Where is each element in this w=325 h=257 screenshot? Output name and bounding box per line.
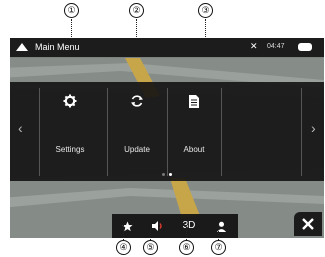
settings-button[interactable]: Settings [39, 82, 101, 181]
close-icon [302, 218, 314, 230]
scroll-left-arrow[interactable]: ‹ [18, 120, 23, 136]
view-mode-button[interactable]: 3D [174, 214, 204, 238]
status-bar: Main Menu ✕ 04:47 [10, 38, 324, 57]
refresh-icon [107, 94, 167, 114]
callout-4: ④ [116, 240, 131, 255]
menu-divider [301, 88, 302, 176]
callout-4-leader [123, 225, 124, 240]
message-icon[interactable] [298, 43, 312, 51]
bottom-toolbar: 3D [112, 214, 238, 238]
about-button[interactable]: About [167, 82, 221, 181]
speaker-icon [152, 221, 162, 231]
callout-3: ③ [198, 3, 213, 18]
callout-7: ⑦ [211, 240, 226, 255]
page-dot [162, 173, 165, 176]
device-screen: Main Menu ✕ 04:47 ‹ › Settings Update Ab… [10, 38, 324, 238]
callout-7-leader [218, 225, 219, 240]
about-label: About [183, 145, 205, 154]
profile-button[interactable] [206, 214, 236, 238]
favorite-button[interactable] [112, 214, 142, 238]
screen-title: Main Menu [35, 42, 80, 52]
update-label: Update [124, 145, 150, 154]
callout-2: ② [129, 3, 144, 18]
callout-6: ⑥ [179, 240, 194, 255]
back-arrow-icon[interactable] [16, 43, 28, 51]
callout-5-leader [150, 225, 151, 240]
update-button[interactable]: Update [107, 82, 167, 181]
callout-5: ⑤ [143, 240, 158, 255]
gear-icon [39, 94, 101, 114]
menu-divider [221, 88, 222, 176]
gps-off-icon: ✕ [250, 41, 258, 51]
scroll-right-arrow[interactable]: › [311, 120, 316, 136]
settings-label: Settings [55, 145, 85, 154]
page-dot-active [169, 173, 172, 176]
callout-6-leader [186, 225, 187, 240]
callout-1: ① [64, 3, 79, 18]
document-icon [167, 94, 221, 114]
close-button[interactable] [294, 212, 322, 236]
clock-time: 04:47 [267, 43, 285, 50]
sound-button[interactable] [142, 214, 172, 238]
